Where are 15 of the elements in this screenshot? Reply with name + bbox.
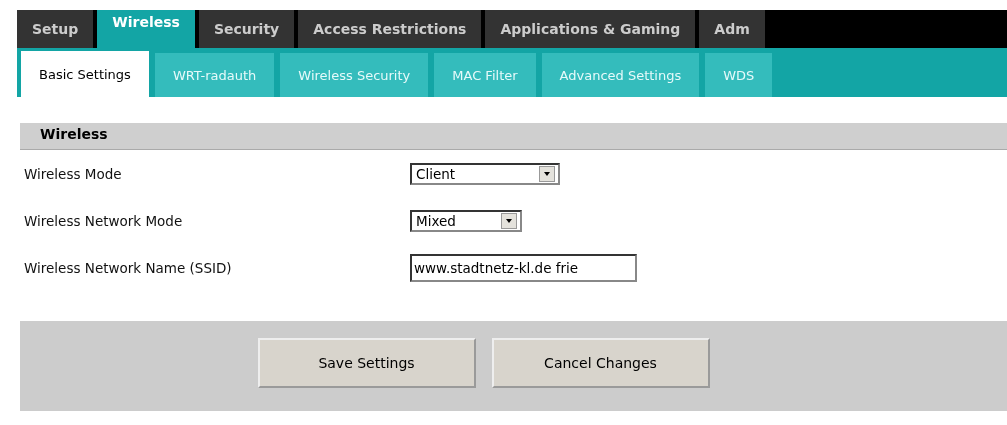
- section-header: Wireless: [20, 123, 1007, 150]
- subtab[interactable]: Basic Settings: [21, 51, 149, 97]
- action-button[interactable]: Cancel Changes: [491, 338, 710, 388]
- nav-tab[interactable]: Adm: [699, 10, 765, 48]
- dropdown[interactable]: Mixed: [410, 209, 522, 232]
- action-button[interactable]: Save Settings: [257, 338, 476, 388]
- nav-tab[interactable]: Applications & Gaming: [485, 10, 696, 48]
- field-label: Wireless Mode: [24, 165, 123, 182]
- nav-tab[interactable]: Setup: [17, 10, 94, 48]
- nav-tab[interactable]: Access Restrictions: [298, 10, 482, 48]
- field-label: Wireless Network Name (SSID): [24, 259, 233, 276]
- nav-tab[interactable]: Security: [198, 10, 295, 48]
- input-field[interactable]: www.stadtnetz-kl.de frie: [410, 253, 637, 282]
- field-label: Wireless Network Mode: [24, 212, 184, 229]
- dropdown[interactable]: Client: [410, 162, 560, 185]
